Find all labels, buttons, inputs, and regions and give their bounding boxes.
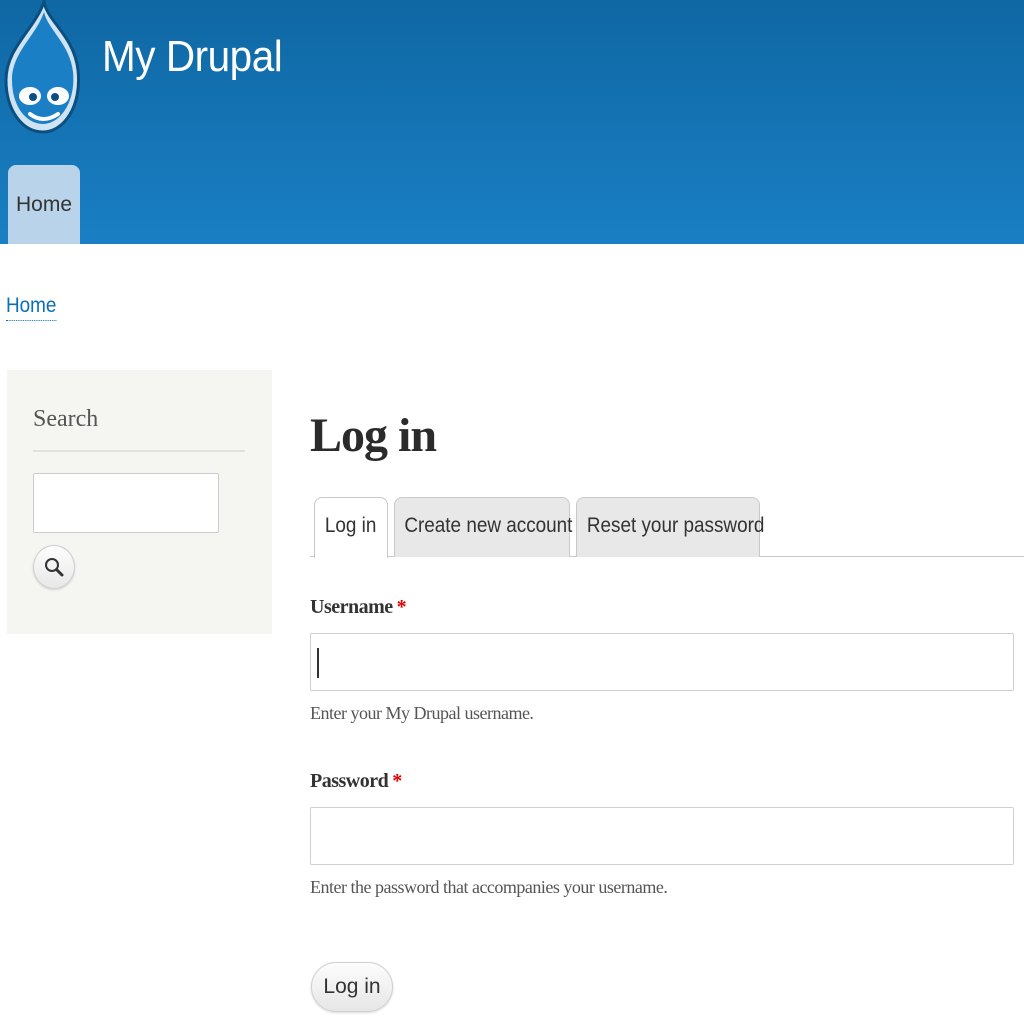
required-marker: *: [396, 596, 407, 618]
password-field[interactable]: [310, 807, 1014, 865]
sidebar-search-block: Search: [7, 370, 272, 634]
drupal-drop-icon[interactable]: [4, 0, 82, 136]
required-marker: *: [392, 770, 402, 792]
nav-item-home[interactable]: Home: [8, 165, 80, 244]
tab-create-new-account[interactable]: Create new account: [394, 497, 573, 557]
breadcrumb-home[interactable]: Home: [6, 294, 57, 321]
tab-label: Create new account: [404, 514, 573, 537]
magnifier-icon: [45, 558, 64, 577]
password-label-text: Password: [310, 770, 389, 792]
password-description: Enter the password that accompanies your…: [310, 877, 668, 897]
divider: [33, 450, 245, 452]
tab-label: Log in: [325, 514, 377, 537]
nav-item-label: Home: [15, 193, 73, 216]
search-button[interactable]: [33, 545, 75, 589]
site-header: My Drupal Home: [0, 0, 1024, 244]
password-label: Password *: [310, 770, 402, 793]
tab-label: Reset your password: [586, 514, 765, 537]
tab-log-in[interactable]: Log in: [314, 497, 388, 558]
username-field[interactable]: [310, 633, 1014, 691]
username-description: Enter your My Drupal username.: [310, 703, 534, 723]
text-caret: [317, 648, 319, 678]
username-label-text: Username: [310, 596, 393, 618]
search-input[interactable]: [33, 473, 219, 533]
search-block-title: Search: [33, 406, 99, 432]
username-label: Username *: [310, 596, 407, 619]
log-in-button[interactable]: Log in: [311, 962, 393, 1012]
tab-reset-password[interactable]: Reset your password: [576, 497, 764, 557]
page-title: Log in: [310, 409, 437, 462]
site-name[interactable]: My Drupal: [102, 32, 283, 82]
